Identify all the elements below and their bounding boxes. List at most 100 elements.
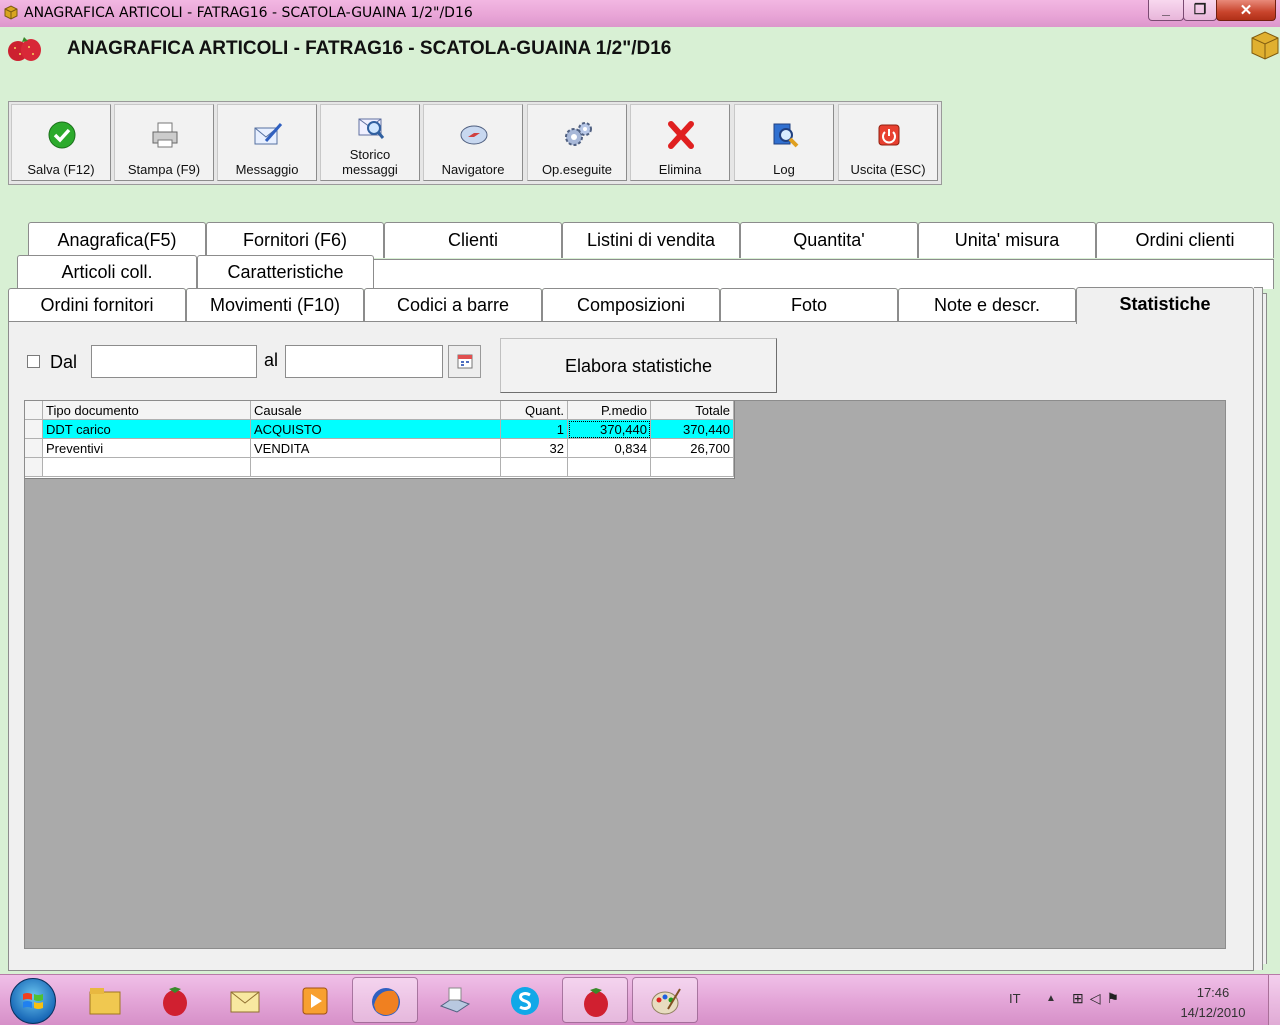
delete-x-icon bbox=[668, 121, 694, 149]
row-selector[interactable] bbox=[25, 458, 43, 477]
message-history-button[interactable]: Storico messaggi bbox=[320, 104, 420, 181]
taskbar-strawberry-app[interactable] bbox=[142, 977, 208, 1023]
executed-operations-button[interactable]: Op.eseguite bbox=[527, 104, 627, 181]
tab-movimenti[interactable]: Movimenti (F10) bbox=[186, 288, 364, 323]
language-indicator[interactable]: IT bbox=[1009, 991, 1021, 1006]
box-icon bbox=[1251, 31, 1279, 60]
navigator-button[interactable]: Navigatore bbox=[423, 104, 523, 181]
taskbar: IT ▲ ⊞◁⚑ 17:46 14/12/2010 bbox=[0, 974, 1280, 1025]
message-icon bbox=[254, 123, 283, 145]
taskbar-explorer[interactable] bbox=[72, 977, 138, 1023]
save-button-label: Salva (F12) bbox=[27, 162, 95, 177]
cell-totale[interactable]: 26,700 bbox=[651, 439, 734, 458]
page-title: ANAGRAFICA ARTICOLI - FATRAG16 - SCATOLA… bbox=[67, 38, 672, 59]
exit-button[interactable]: Uscita (ESC) bbox=[838, 104, 938, 181]
dal-date-input[interactable] bbox=[91, 345, 257, 378]
tab-quantita[interactable]: Quantita' bbox=[740, 222, 918, 258]
media-player-icon bbox=[302, 987, 328, 1015]
delete-button[interactable]: Elimina bbox=[630, 104, 730, 181]
message-history-icon bbox=[358, 118, 385, 139]
cell-empty[interactable] bbox=[651, 458, 734, 477]
show-hidden-icons-icon[interactable]: ▲ bbox=[1046, 993, 1056, 1004]
cell-tipo-documento[interactable]: DDT carico bbox=[43, 420, 251, 439]
cell-empty[interactable] bbox=[251, 458, 501, 477]
tab-foto[interactable]: Foto bbox=[720, 288, 898, 323]
cell-pmedio[interactable]: 0,834 bbox=[568, 439, 651, 458]
clock[interactable]: 17:46 14/12/2010 bbox=[1168, 983, 1258, 1023]
strawberry-app-icon bbox=[584, 988, 608, 1017]
al-date-input[interactable] bbox=[285, 345, 443, 378]
taskbar-skype[interactable] bbox=[492, 977, 558, 1023]
printer-icon bbox=[152, 122, 178, 148]
cell-totale[interactable]: 370,440 bbox=[651, 420, 734, 439]
close-button[interactable]: ✕ bbox=[1216, 0, 1276, 21]
show-desktop-button[interactable] bbox=[1268, 975, 1280, 1025]
cell-causale[interactable]: VENDITA bbox=[251, 439, 501, 458]
cell-empty[interactable] bbox=[43, 458, 251, 477]
calendar-button[interactable] bbox=[448, 345, 481, 378]
taskbar-media-player[interactable] bbox=[282, 977, 348, 1023]
taskbar-mail[interactable] bbox=[212, 977, 278, 1023]
windows-logo-icon bbox=[23, 993, 43, 1009]
grid-corner bbox=[25, 401, 43, 420]
mail-icon bbox=[230, 991, 260, 1013]
window-titlebar[interactable]: ANAGRAFICA ARTICOLI - FATRAG16 - SCATOLA… bbox=[0, 0, 1280, 27]
cell-pmedio[interactable]: 370,440 bbox=[568, 420, 651, 439]
tab-note-e-descr[interactable]: Note e descr. bbox=[898, 288, 1076, 323]
paint-icon bbox=[651, 988, 681, 1015]
column-header-pmedio[interactable]: P.medio bbox=[568, 401, 651, 420]
row-selector[interactable] bbox=[25, 420, 43, 439]
save-button[interactable]: Salva (F12) bbox=[11, 104, 111, 181]
cell-tipo-documento[interactable]: Preventivi bbox=[43, 439, 251, 458]
column-header-causale[interactable]: Causale bbox=[251, 401, 501, 420]
explorer-icon bbox=[89, 988, 121, 1015]
tab-unita-misura[interactable]: Unita' misura bbox=[918, 222, 1096, 258]
tab-statistiche[interactable]: Statistiche bbox=[1076, 287, 1254, 324]
cell-quant[interactable]: 1 bbox=[501, 420, 568, 439]
taskbar-paint[interactable] bbox=[632, 977, 698, 1023]
statistics-grid[interactable]: Tipo documento Causale Quant. P.medio To… bbox=[25, 401, 735, 479]
minimize-button[interactable]: _ bbox=[1148, 0, 1184, 21]
tab-clienti[interactable]: Clienti bbox=[384, 222, 562, 258]
message-button[interactable]: Messaggio bbox=[217, 104, 317, 181]
column-header-quant[interactable]: Quant. bbox=[501, 401, 568, 420]
taskbar-firefox[interactable] bbox=[352, 977, 418, 1023]
cell-empty[interactable] bbox=[501, 458, 568, 477]
cell-empty[interactable] bbox=[568, 458, 651, 477]
tab-listini-di-vendita[interactable]: Listini di vendita bbox=[562, 222, 740, 258]
column-header-tipo-documento[interactable]: Tipo documento bbox=[43, 401, 251, 420]
cell-causale[interactable]: ACQUISTO bbox=[251, 420, 501, 439]
cell-quant[interactable]: 32 bbox=[501, 439, 568, 458]
print-button[interactable]: Stampa (F9) bbox=[114, 104, 214, 181]
tab-caratteristiche[interactable]: Caratteristiche bbox=[197, 255, 374, 289]
clock-date: 14/12/2010 bbox=[1180, 1005, 1246, 1020]
dal-checkbox[interactable] bbox=[27, 355, 40, 368]
tab-codici-a-barre[interactable]: Codici a barre bbox=[364, 288, 542, 323]
taskbar-scanner[interactable] bbox=[422, 977, 488, 1023]
delete-button-label: Elimina bbox=[658, 162, 702, 177]
tab-fornitori[interactable]: Fornitori (F6) bbox=[206, 222, 384, 258]
close-icon: ✕ bbox=[1239, 2, 1253, 19]
tab-ordini-clienti[interactable]: Ordini clienti bbox=[1096, 222, 1274, 258]
tray-icons[interactable]: ⊞◁⚑ bbox=[1072, 990, 1125, 1007]
skype-icon bbox=[511, 987, 539, 1015]
message-button-label: Messaggio bbox=[235, 162, 299, 177]
clock-time: 17:46 bbox=[1196, 985, 1230, 1000]
grid-background bbox=[24, 400, 1226, 949]
tab-articoli-coll[interactable]: Articoli coll. bbox=[17, 255, 197, 289]
restore-icon: ❐ bbox=[1193, 1, 1207, 17]
log-button[interactable]: Log bbox=[734, 104, 834, 181]
taskbar-strawberry-app-active[interactable] bbox=[562, 977, 628, 1023]
tab-anagrafica[interactable]: Anagrafica(F5) bbox=[28, 222, 206, 258]
start-button[interactable] bbox=[10, 978, 56, 1024]
firefox-icon bbox=[372, 988, 400, 1016]
gears-icon bbox=[565, 122, 592, 146]
elabora-statistiche-button[interactable]: Elabora statistiche bbox=[500, 338, 777, 393]
scanner-icon bbox=[439, 987, 471, 1013]
dal-label: Dal bbox=[50, 352, 78, 372]
column-header-totale[interactable]: Totale bbox=[651, 401, 734, 420]
maximize-button[interactable]: ❐ bbox=[1183, 0, 1217, 21]
tab-composizioni[interactable]: Composizioni bbox=[542, 288, 720, 323]
tab-ordini-fornitori[interactable]: Ordini fornitori bbox=[8, 288, 186, 323]
row-selector[interactable] bbox=[25, 439, 43, 458]
